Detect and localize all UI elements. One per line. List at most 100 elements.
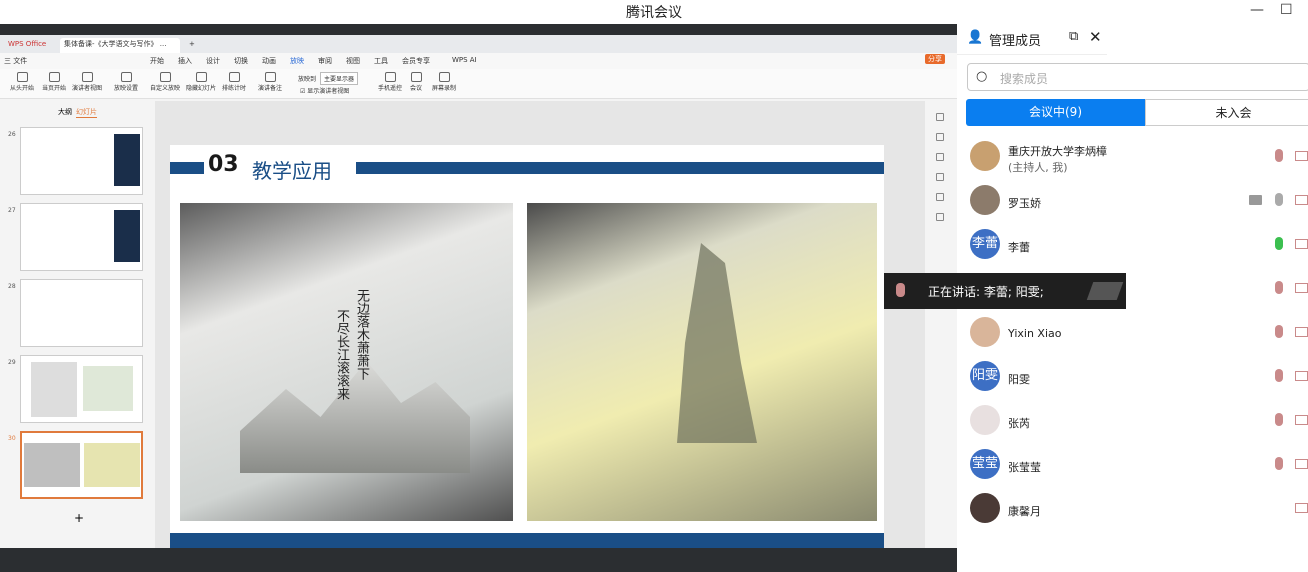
wps-tabbar: WPS Office 集体备课-《大学语文与写作》 ... + bbox=[0, 35, 957, 53]
search-member-field[interactable]: ○ 搜索成员 bbox=[967, 63, 1308, 91]
menu-transition[interactable]: 切换 bbox=[234, 56, 248, 66]
tool-icon[interactable] bbox=[936, 113, 944, 121]
tool-icon[interactable] bbox=[936, 133, 944, 141]
title-bar: 腾讯会议 — ☐ bbox=[0, 0, 1308, 24]
menu-design[interactable]: 设计 bbox=[206, 56, 220, 66]
camera-off-icon[interactable] bbox=[1295, 415, 1308, 425]
add-slide-button[interactable]: + bbox=[74, 511, 84, 525]
avatar: 莹莹 bbox=[970, 449, 1000, 479]
tool-icon[interactable] bbox=[936, 153, 944, 161]
mic-active-icon[interactable] bbox=[1275, 237, 1283, 250]
phone-remote-button[interactable]: 手机遥控 bbox=[378, 72, 402, 92]
search-placeholder: 搜索成员 bbox=[1000, 72, 1049, 86]
meeting-button[interactable]: 会议 bbox=[410, 72, 422, 92]
tool-icon[interactable] bbox=[936, 193, 944, 201]
ribbon: 从头开始 当页开始 演讲者视图 放映设置 自定义放映 隐藏幻灯片 排练计时 演讲… bbox=[0, 69, 957, 99]
camera-off-icon[interactable] bbox=[1295, 239, 1308, 249]
custom-slideshow-button[interactable]: 自定义放映 bbox=[150, 72, 180, 92]
panel-header: 👤 管理成员 ⧉ ✕ bbox=[957, 24, 1308, 54]
maximize-icon[interactable]: ☐ bbox=[1280, 2, 1293, 18]
slides-tab[interactable]: 幻灯片 bbox=[76, 107, 97, 118]
menu-member[interactable]: 会员专享 bbox=[402, 56, 430, 66]
speaking-text: 正在讲话: 李蕾; 阳雯; bbox=[928, 285, 1044, 299]
menu-insert[interactable]: 插入 bbox=[178, 56, 192, 66]
slide-footer-bar bbox=[170, 533, 884, 548]
hide-slide-button[interactable]: 隐藏幻灯片 bbox=[186, 72, 216, 92]
camera-off-icon[interactable] bbox=[1295, 503, 1308, 513]
slideshow-settings-button[interactable]: 放映设置 bbox=[114, 72, 138, 92]
mic-icon[interactable] bbox=[1275, 193, 1283, 206]
member-row[interactable]: Yixin Xiao bbox=[957, 311, 1308, 355]
classroom-photo-right bbox=[527, 203, 877, 521]
menu-slideshow[interactable]: 放映 bbox=[290, 56, 304, 66]
from-current-button[interactable]: 当页开始 bbox=[42, 72, 66, 92]
new-tab-icon[interactable]: + bbox=[185, 38, 199, 53]
tool-icon[interactable] bbox=[936, 173, 944, 181]
menu-wps-ai[interactable]: WPS AI bbox=[452, 56, 477, 64]
slide-sidebar: 大纲 幻灯片 26 27 28 29 30 + bbox=[0, 101, 155, 548]
camera-off-icon[interactable] bbox=[1295, 459, 1308, 469]
close-icon[interactable]: ✕ bbox=[1089, 28, 1102, 46]
mic-muted-icon[interactable] bbox=[1275, 325, 1283, 338]
slide-number: 30 bbox=[8, 435, 16, 442]
member-row[interactable]: 莹莹 张莹莹 bbox=[957, 443, 1308, 487]
speaker-notes-button[interactable]: 演讲备注 bbox=[258, 72, 282, 92]
member-row[interactable]: 重庆开放大学李炳樟 (主持人, 我) bbox=[957, 135, 1308, 179]
camera-off-icon[interactable] bbox=[1295, 371, 1308, 381]
mic-muted-icon[interactable] bbox=[1275, 413, 1283, 426]
search-icon: ○ bbox=[976, 69, 988, 84]
slide-thumbnail[interactable] bbox=[20, 203, 143, 271]
rehearse-button[interactable]: 排练计时 bbox=[222, 72, 246, 92]
popout-icon[interactable]: ⧉ bbox=[1069, 29, 1078, 44]
current-slide[interactable]: 03 教学应用 无边落木萧萧下 不尽长江滚滚来 bbox=[170, 145, 884, 548]
camera-off-icon[interactable] bbox=[1295, 327, 1308, 337]
member-row[interactable]: 阳雯 阳雯 bbox=[957, 355, 1308, 399]
tab-in-meeting[interactable]: 会议中(9) bbox=[966, 99, 1145, 126]
menu-file[interactable]: 三 文件 bbox=[4, 56, 27, 66]
menu-bar: 三 文件 开始 插入 设计 切换 动画 放映 审阅 视图 工具 会员专享 WPS… bbox=[0, 53, 957, 69]
play-to-label: 放映到 bbox=[298, 76, 317, 83]
slide-thumbnail[interactable] bbox=[20, 355, 143, 423]
member-row[interactable]: 罗玉娇 bbox=[957, 179, 1308, 223]
share-button[interactable]: 分享 bbox=[925, 54, 945, 64]
redacted-block bbox=[1086, 282, 1124, 300]
mic-muted-icon[interactable] bbox=[1275, 457, 1283, 470]
mic-muted-icon[interactable] bbox=[1275, 281, 1283, 294]
tab-not-joined[interactable]: 未入会 bbox=[1145, 99, 1308, 126]
right-toolbar bbox=[925, 101, 957, 548]
slide-number: 27 bbox=[8, 207, 16, 214]
slide-number-label: 03 bbox=[208, 152, 239, 177]
slide-thumbnail-selected[interactable] bbox=[20, 431, 143, 499]
outline-tab[interactable]: 大纲 bbox=[58, 107, 72, 117]
tab-wps-office[interactable]: WPS Office bbox=[4, 38, 50, 53]
mic-muted-icon[interactable] bbox=[1275, 369, 1283, 382]
slide-heading: 教学应用 bbox=[252, 159, 332, 183]
camera-off-icon[interactable] bbox=[1295, 283, 1308, 293]
camera-off-icon[interactable] bbox=[1295, 151, 1308, 161]
menu-view[interactable]: 视图 bbox=[346, 56, 360, 66]
menu-review[interactable]: 审阅 bbox=[318, 56, 332, 66]
classroom-photo-left: 无边落木萧萧下 不尽长江滚滚来 bbox=[180, 203, 513, 521]
minimize-icon[interactable]: — bbox=[1250, 2, 1264, 18]
mic-muted-icon[interactable] bbox=[1275, 149, 1283, 162]
slide-thumbnail[interactable] bbox=[20, 279, 143, 347]
slide-thumbnail[interactable] bbox=[20, 127, 143, 195]
show-presenter-checkbox[interactable]: ☑ 显示演讲者视图 bbox=[300, 86, 349, 95]
menu-tools[interactable]: 工具 bbox=[374, 56, 388, 66]
screen-share-icon bbox=[1249, 195, 1262, 205]
menu-home[interactable]: 开始 bbox=[150, 56, 164, 66]
camera-off-icon[interactable] bbox=[1295, 195, 1308, 205]
display-select[interactable]: 主要显示器 bbox=[320, 72, 359, 85]
member-row[interactable]: 张芮 bbox=[957, 399, 1308, 443]
menu-animation[interactable]: 动画 bbox=[262, 56, 276, 66]
member-row[interactable]: 康馨月 bbox=[957, 487, 1308, 531]
tool-icon[interactable] bbox=[936, 213, 944, 221]
avatar: 李蕾 bbox=[970, 229, 1000, 259]
avatar bbox=[970, 405, 1000, 435]
avatar: 阳雯 bbox=[970, 361, 1000, 391]
presenter-view-button[interactable]: 演讲者视图 bbox=[72, 72, 102, 92]
member-row[interactable]: 李蕾 李蕾 bbox=[957, 223, 1308, 267]
tab-document[interactable]: 集体备课-《大学语文与写作》 ... bbox=[60, 38, 180, 53]
screen-record-button[interactable]: 屏幕录制 bbox=[432, 72, 456, 92]
from-start-button[interactable]: 从头开始 bbox=[10, 72, 34, 92]
